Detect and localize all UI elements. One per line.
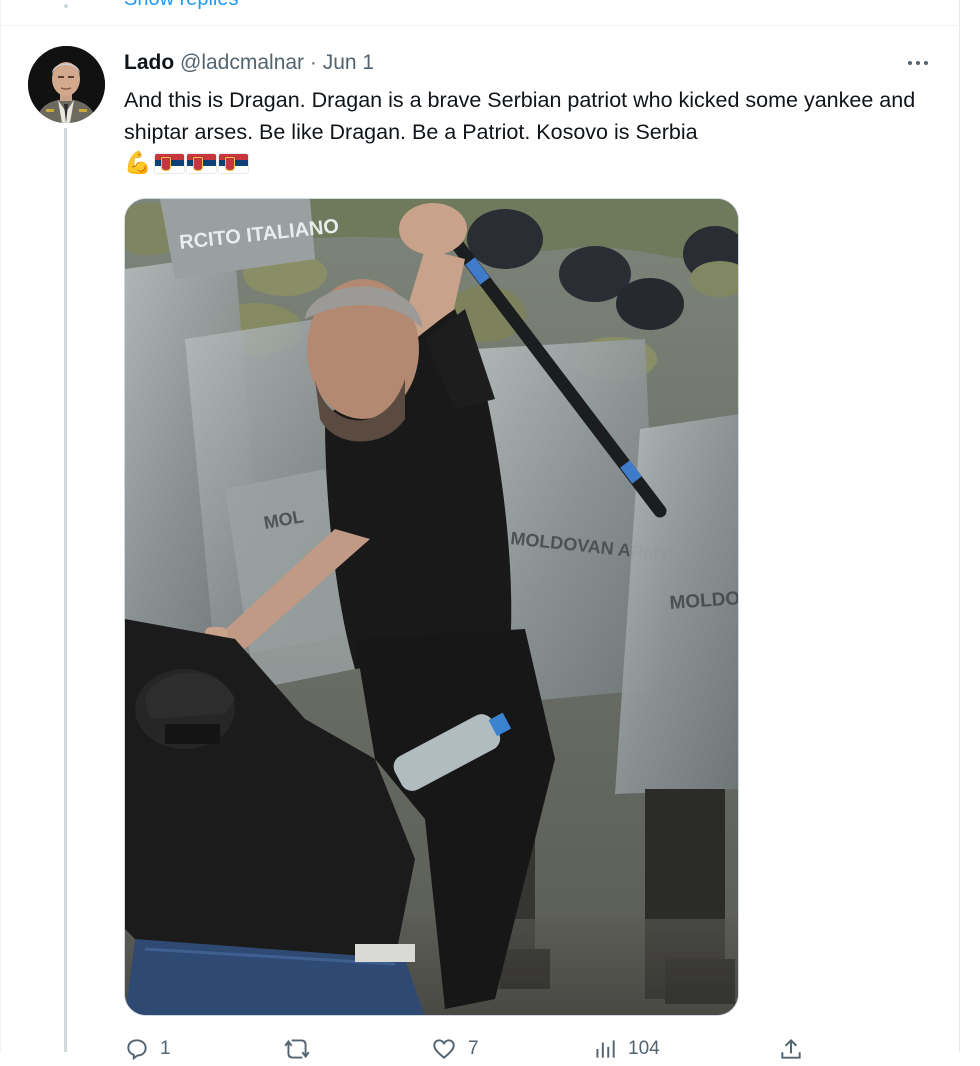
serbia-flag-icon xyxy=(155,153,185,173)
show-replies-link[interactable]: Show replies xyxy=(124,0,239,11)
like-count: 7 xyxy=(468,1038,479,1059)
avatar-portrait-image xyxy=(28,46,105,123)
heart-icon xyxy=(433,1039,455,1059)
retweet-icon xyxy=(284,1039,310,1059)
more-horizontal-icon xyxy=(916,61,920,65)
right-gutter xyxy=(961,0,980,1052)
display-name[interactable]: Lado xyxy=(124,51,174,74)
tweet-header: Lado @ladcmalnar · Jun 1 xyxy=(124,50,374,76)
more-horizontal-icon xyxy=(908,61,912,65)
more-options-button[interactable] xyxy=(900,50,936,76)
views-chart-icon xyxy=(596,1040,615,1058)
reply-icon xyxy=(127,1039,147,1061)
flexed-biceps-icon: 💪 xyxy=(124,150,152,175)
user-handle[interactable]: @ladcmalnar xyxy=(180,51,304,74)
reply-button[interactable]: 1 xyxy=(124,1036,171,1066)
thread-dot xyxy=(64,4,68,8)
views-button[interactable]: 104 xyxy=(592,1036,660,1066)
serbia-flag-icon xyxy=(219,153,249,173)
tweet-text: And this is Dragan. Dragan is a brave Se… xyxy=(124,88,916,144)
retweet-button[interactable] xyxy=(282,1036,322,1066)
share-icon xyxy=(781,1038,801,1059)
reply-count: 1 xyxy=(160,1038,171,1059)
like-button[interactable]: 7 xyxy=(430,1036,479,1066)
share-button[interactable] xyxy=(778,1036,804,1066)
tweet-date[interactable]: Jun 1 xyxy=(323,51,374,74)
tweet-photo[interactable]: RCITO ITALIANO MOLDOVAN ARMY MOLDOVA MOL xyxy=(124,198,739,1016)
more-horizontal-icon xyxy=(924,61,928,65)
thread-connector-line xyxy=(64,128,67,1052)
views-count: 104 xyxy=(628,1038,660,1059)
previous-reply-footer: Show replies xyxy=(0,0,960,26)
tweet-action-bar: 1 7 104 xyxy=(124,1036,824,1066)
header-separator: · xyxy=(309,51,317,74)
serbia-flag-icon xyxy=(187,153,217,173)
photo-image: RCITO ITALIANO MOLDOVAN ARMY MOLDOVA MOL xyxy=(125,199,738,1015)
tweet-emojis: 💪 xyxy=(124,148,251,178)
avatar[interactable] xyxy=(28,46,105,123)
